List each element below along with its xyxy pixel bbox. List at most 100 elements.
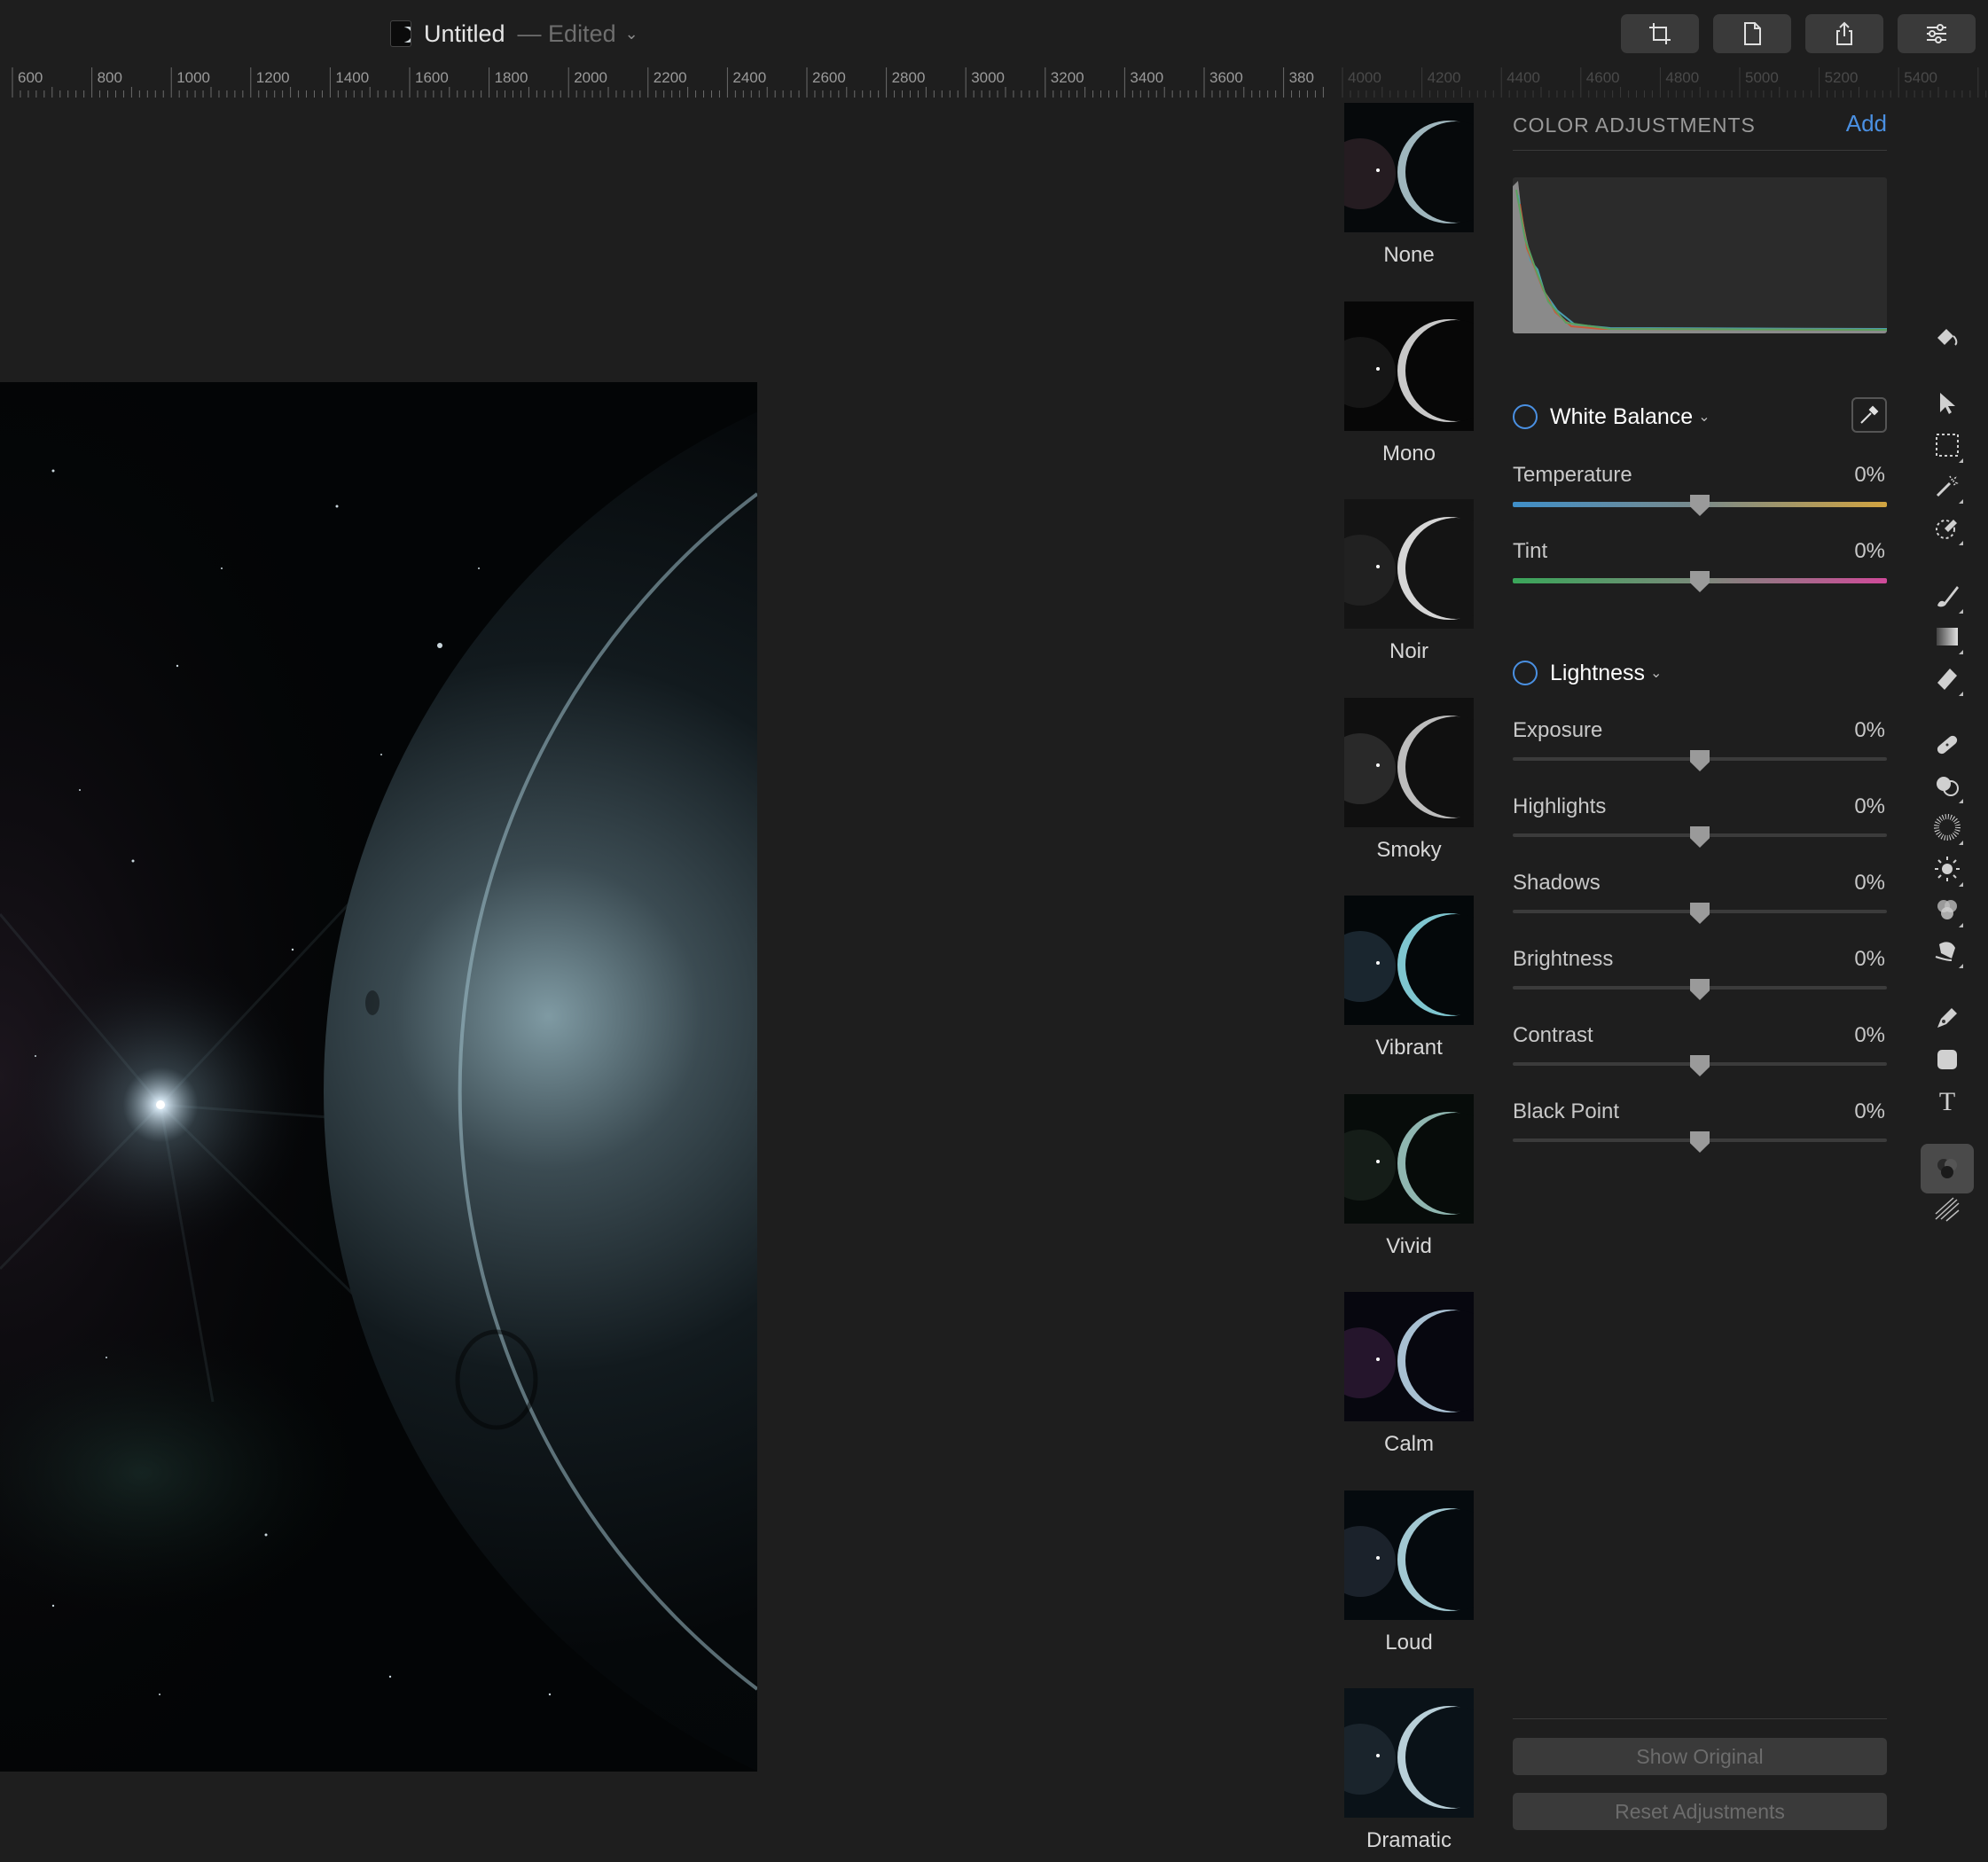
slider-shadows[interactable]: Shadows 0% bbox=[1513, 871, 1887, 924]
filter-presets-list: None Mono Noir Smoky Vibrant Vivid Calm Loud Dra… bbox=[1330, 98, 1490, 1862]
canvas-area[interactable] bbox=[0, 98, 1330, 1862]
ruler-label: 5200 bbox=[1824, 69, 1859, 86]
preset-label: Vibrant bbox=[1375, 1036, 1443, 1060]
slider-thumb[interactable] bbox=[1690, 979, 1710, 1000]
white-balance-header[interactable]: White Balance ⌄ bbox=[1513, 397, 1887, 436]
slider-value: 0% bbox=[1854, 871, 1885, 895]
lightness-header[interactable]: Lightness ⌄ bbox=[1513, 653, 1887, 692]
preset-noir[interactable]: Noir bbox=[1344, 499, 1474, 664]
slider-thumb[interactable] bbox=[1690, 826, 1710, 848]
preset-mono[interactable]: Mono bbox=[1344, 301, 1474, 466]
ruler-label: 2200 bbox=[653, 69, 687, 86]
slider-label: Tint bbox=[1513, 539, 1548, 563]
shape-icon bbox=[1937, 1050, 1957, 1069]
paint-bucket-tool[interactable] bbox=[1921, 312, 1974, 362]
panel-header: COLOR ADJUSTMENTS Add bbox=[1513, 110, 1887, 151]
clone-stamp-icon bbox=[1936, 520, 1957, 539]
preset-thumbnail bbox=[1344, 697, 1474, 827]
preset-vivid[interactable]: Vivid bbox=[1344, 1093, 1474, 1259]
preset-thumbnail bbox=[1344, 301, 1474, 431]
color-adjustments-panel: COLOR ADJUSTMENTS Add White Balance ⌄ Li… bbox=[1490, 98, 1906, 1862]
slider-brightness[interactable]: Brightness 0% bbox=[1513, 947, 1887, 1000]
slider-value: 0% bbox=[1854, 1099, 1885, 1123]
smudge-tool[interactable] bbox=[1921, 926, 1974, 975]
ruler-label: 2600 bbox=[812, 69, 846, 86]
preset-label: Loud bbox=[1385, 1630, 1433, 1655]
preset-label: Vivid bbox=[1386, 1233, 1432, 1258]
slider-label: Shadows bbox=[1513, 871, 1601, 895]
title-bar: Untitled — Edited ⌄ bbox=[0, 0, 1988, 67]
crop-button[interactable] bbox=[1621, 14, 1699, 53]
slider-label: Brightness bbox=[1513, 947, 1614, 971]
slider-temperature[interactable]: Temperature 0% bbox=[1513, 463, 1887, 516]
edited-status: — Edited bbox=[517, 20, 616, 47]
effects-tool[interactable] bbox=[1921, 1185, 1974, 1234]
show-original-button[interactable]: Show Original bbox=[1513, 1738, 1887, 1775]
preset-label: Mono bbox=[1381, 441, 1436, 466]
color-adjustments-icon bbox=[1937, 900, 1957, 919]
preset-loud[interactable]: Loud bbox=[1344, 1490, 1474, 1655]
text-tool[interactable]: T bbox=[1921, 1076, 1974, 1125]
marquee-selection-icon bbox=[1936, 434, 1959, 457]
slider-thumb[interactable] bbox=[1690, 903, 1710, 924]
ruler-label: 3400 bbox=[1130, 69, 1164, 86]
preset-thumbnail bbox=[1344, 103, 1474, 232]
ruler-label: 5000 bbox=[1745, 69, 1779, 86]
slider-value: 0% bbox=[1854, 463, 1885, 487]
preset-vibrant[interactable]: Vibrant bbox=[1344, 896, 1474, 1060]
document-name: Untitled bbox=[424, 20, 505, 47]
preset-thumbnail bbox=[1344, 499, 1474, 629]
preset-none[interactable]: None bbox=[1344, 103, 1474, 268]
brush-icon bbox=[1937, 586, 1959, 607]
eyedropper-button[interactable] bbox=[1851, 397, 1887, 433]
horizontal-ruler: 600 800 1000 1200 1400 1600 1800 2000 2200 2400 26… bbox=[0, 67, 1330, 98]
adjust-sliders-button[interactable] bbox=[1898, 14, 1976, 53]
slider-label: Temperature bbox=[1513, 463, 1632, 487]
slider-highlights[interactable]: Highlights 0% bbox=[1513, 794, 1887, 848]
reset-adjustments-button[interactable]: Reset Adjustments bbox=[1513, 1793, 1887, 1830]
preset-label: Dramatic bbox=[1366, 1828, 1452, 1852]
preset-calm[interactable]: Calm bbox=[1344, 1292, 1474, 1457]
slider-label: Exposure bbox=[1513, 718, 1603, 742]
ruler-label: 4400 bbox=[1507, 69, 1541, 86]
slider-label: Black Point bbox=[1513, 1099, 1620, 1123]
slider-value: 0% bbox=[1854, 539, 1885, 563]
preset-label: Calm bbox=[1383, 1432, 1434, 1456]
slider-black-point[interactable]: Black Point 0% bbox=[1513, 1099, 1887, 1153]
magic-wand-icon bbox=[1936, 475, 1959, 497]
slider-thumb[interactable] bbox=[1690, 571, 1710, 592]
document-button[interactable] bbox=[1713, 14, 1791, 53]
slider-thumb[interactable] bbox=[1690, 750, 1710, 771]
preset-dramatic[interactable]: Dramatic bbox=[1344, 1688, 1474, 1853]
slider-thumb[interactable] bbox=[1690, 495, 1710, 516]
planet-photo[interactable] bbox=[0, 382, 757, 1772]
ruler-label: 3000 bbox=[971, 69, 1006, 86]
slider-contrast[interactable]: Contrast 0% bbox=[1513, 1023, 1887, 1076]
chevron-down-icon[interactable]: ⌄ bbox=[1650, 664, 1662, 682]
ruler-label: 3600 bbox=[1209, 69, 1243, 86]
ruler-label: 1200 bbox=[255, 69, 290, 86]
eraser-tool[interactable] bbox=[1921, 653, 1974, 703]
clone-stamp-tool[interactable] bbox=[1921, 503, 1974, 552]
chevron-down-icon[interactable]: ⌄ bbox=[625, 25, 638, 43]
ruler-label: 600 bbox=[18, 69, 43, 86]
add-button[interactable]: Add bbox=[1846, 110, 1887, 137]
white-balance-toggle[interactable] bbox=[1513, 404, 1538, 429]
chevron-down-icon[interactable]: ⌄ bbox=[1698, 408, 1710, 426]
preset-thumbnail bbox=[1344, 896, 1474, 1025]
slider-thumb[interactable] bbox=[1690, 1055, 1710, 1076]
slider-exposure[interactable]: Exposure 0% bbox=[1513, 718, 1887, 771]
slider-thumb[interactable] bbox=[1690, 1131, 1710, 1153]
gradient-icon bbox=[1937, 628, 1958, 645]
share-button[interactable] bbox=[1805, 14, 1883, 53]
preset-smoky[interactable]: Smoky bbox=[1344, 697, 1474, 863]
histogram bbox=[1513, 177, 1887, 333]
lightness-toggle[interactable] bbox=[1513, 661, 1538, 685]
document-title[interactable]: Untitled — Edited ⌄ bbox=[390, 16, 638, 51]
healing-bandage-icon bbox=[1937, 735, 1958, 755]
slider-tint[interactable]: Tint 0% bbox=[1513, 539, 1887, 592]
planet-image bbox=[0, 382, 757, 1772]
ruler-label: 1400 bbox=[335, 69, 370, 86]
slider-value: 0% bbox=[1854, 718, 1885, 742]
preset-thumbnail bbox=[1344, 1688, 1474, 1818]
